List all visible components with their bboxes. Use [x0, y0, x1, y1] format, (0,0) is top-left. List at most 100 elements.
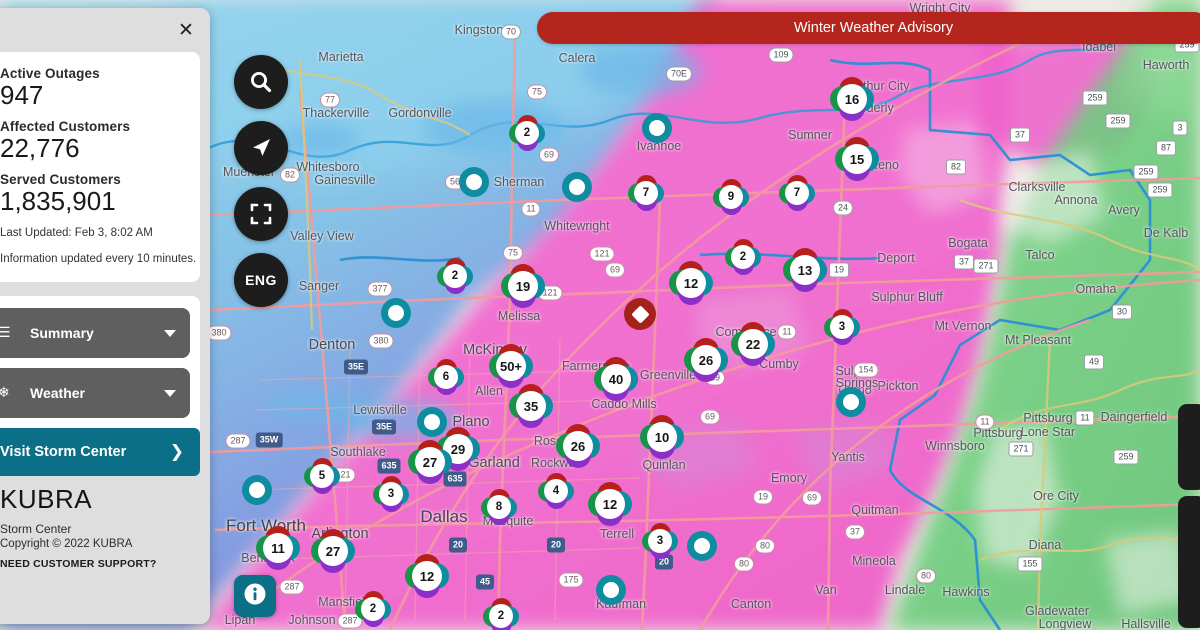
outage-cluster-marker[interactable]: 8 [481, 489, 517, 525]
cluster-count: 26 [691, 345, 721, 375]
footer-support-link[interactable]: NEED CUSTOMER SUPPORT? [0, 558, 198, 570]
outage-cluster-marker[interactable]: 7 [628, 175, 664, 211]
weather-menu-button[interactable]: ❄ Weather [0, 368, 190, 418]
cluster-count: 9 [719, 185, 743, 209]
outage-cluster-marker[interactable]: 50+ [489, 344, 533, 388]
update-frequency-note: Information updated every 10 minutes. [0, 252, 197, 265]
outage-cluster-marker[interactable]: 2 [509, 115, 545, 151]
outage-cluster-marker[interactable]: 3 [824, 309, 860, 345]
cluster-count: 22 [738, 329, 768, 359]
outage-cluster-marker[interactable]: 26 [684, 338, 728, 382]
cluster-count: 7 [634, 181, 658, 205]
ring-marker-icon [562, 172, 592, 202]
stat-value: 1,835,901 [0, 186, 116, 217]
cluster-count: 40 [601, 364, 631, 394]
outage-ring-marker[interactable] [596, 575, 626, 605]
ring-marker-icon [596, 575, 626, 605]
cluster-count: 50+ [496, 351, 526, 381]
outage-cluster-marker[interactable]: 5 [304, 458, 340, 494]
outage-ring-marker[interactable] [417, 407, 447, 437]
stat-value: 22,776 [0, 133, 80, 164]
outage-cluster-marker[interactable]: 35 [509, 384, 553, 428]
visit-storm-center-button[interactable]: Visit Storm Center ❯ [0, 428, 200, 476]
language-button[interactable]: ENG [234, 253, 288, 307]
ring-marker-icon [836, 387, 866, 417]
outage-ring-marker[interactable] [687, 531, 717, 561]
list-icon: ☰ [0, 325, 11, 341]
fullscreen-icon [249, 202, 273, 226]
outage-cluster-marker[interactable]: 4 [538, 473, 574, 509]
outage-ring-marker[interactable] [562, 172, 592, 202]
outage-cluster-marker[interactable]: 22 [731, 322, 775, 366]
chevron-down-icon [164, 389, 176, 397]
outage-cluster-marker[interactable]: 15 [835, 137, 879, 181]
ring-marker-icon [381, 298, 411, 328]
outage-cluster-marker[interactable]: 27 [311, 529, 355, 573]
summary-menu-button[interactable]: ☰ Summary [0, 308, 190, 358]
outage-ring-marker[interactable] [242, 475, 272, 505]
outage-cluster-marker[interactable]: 16 [830, 77, 874, 121]
outage-ring-marker[interactable] [459, 167, 489, 197]
outage-cluster-marker[interactable]: 10 [640, 415, 684, 459]
outage-ring-marker[interactable] [642, 113, 672, 143]
outage-cluster-marker[interactable]: 3 [642, 523, 678, 559]
ring-marker-icon [417, 407, 447, 437]
stat-active-outages: Active Outages 947 [0, 66, 200, 110]
storm-center-label: Visit Storm Center [0, 444, 127, 460]
outage-cluster-marker[interactable]: 12 [405, 554, 449, 598]
cluster-count: 2 [515, 121, 539, 145]
chevron-right-icon: ❯ [169, 442, 184, 462]
cluster-count: 13 [790, 255, 820, 285]
language-label: ENG [245, 272, 277, 288]
cluster-count: 6 [434, 365, 458, 389]
locate-icon [248, 135, 274, 161]
stat-value: 947 [0, 80, 44, 110]
outage-cluster-marker[interactable]: 7 [779, 175, 815, 211]
cluster-count: 19 [508, 271, 538, 301]
outage-ring-marker[interactable] [381, 298, 411, 328]
outage-cluster-marker[interactable]: 40 [594, 357, 638, 401]
cluster-count: 35 [516, 391, 546, 421]
search-button[interactable] [234, 55, 288, 109]
diamond-icon [624, 298, 656, 330]
footer-copyright: Copyright © 2022 KUBRA [0, 538, 133, 550]
outage-cluster-marker[interactable]: 2 [725, 239, 761, 275]
cluster-count: 3 [830, 315, 854, 339]
outage-cluster-marker[interactable]: 12 [669, 261, 713, 305]
outage-ring-marker[interactable] [836, 387, 866, 417]
zoom-out-button[interactable] [1178, 496, 1200, 628]
outage-cluster-marker[interactable]: 27 [408, 440, 452, 484]
cluster-count: 26 [563, 431, 593, 461]
outage-cluster-marker[interactable]: 2 [437, 258, 473, 294]
cluster-count: 12 [412, 561, 442, 591]
panel-menu-card: ☰ Summary ❄ Weather [0, 296, 200, 442]
outage-cluster-marker[interactable]: 13 [783, 248, 827, 292]
fullscreen-button[interactable] [234, 187, 288, 241]
cluster-count: 2 [443, 264, 467, 288]
cluster-count: 2 [731, 245, 755, 269]
outage-cluster-marker[interactable]: 26 [556, 424, 600, 468]
panel-footer: KUBRA Storm Center Copyright © 2022 KUBR… [0, 484, 198, 570]
zoom-in-button[interactable] [1178, 404, 1200, 490]
chevron-down-icon [164, 329, 176, 337]
outage-cluster-marker[interactable]: 19 [501, 264, 545, 308]
outage-cluster-marker[interactable]: 6 [428, 359, 464, 395]
outage-cluster-marker[interactable]: 11 [256, 526, 300, 570]
planned-outage-marker[interactable] [624, 298, 656, 330]
outage-cluster-marker[interactable]: 12 [588, 482, 632, 526]
close-icon[interactable]: ✕ [172, 16, 200, 44]
outage-summary-panel[interactable]: ✕ Active Outages 947 Affected Customers … [0, 8, 210, 624]
locate-me-button[interactable] [234, 121, 288, 175]
map-info-button[interactable] [234, 575, 276, 617]
outage-cluster-marker[interactable]: 2 [483, 598, 519, 630]
cluster-count: 27 [415, 447, 445, 477]
outage-cluster-marker[interactable]: 2 [355, 591, 391, 627]
weather-advisory-banner[interactable]: Winter Weather Advisory [537, 12, 1200, 44]
map-controls-group[interactable]: ENG [234, 55, 288, 307]
cluster-count: 4 [544, 479, 568, 503]
ring-marker-icon [242, 475, 272, 505]
outage-cluster-marker[interactable]: 9 [713, 179, 749, 215]
cluster-count: 3 [379, 482, 403, 506]
outage-cluster-marker[interactable]: 3 [373, 476, 409, 512]
summary-menu-label: Summary [30, 325, 94, 341]
